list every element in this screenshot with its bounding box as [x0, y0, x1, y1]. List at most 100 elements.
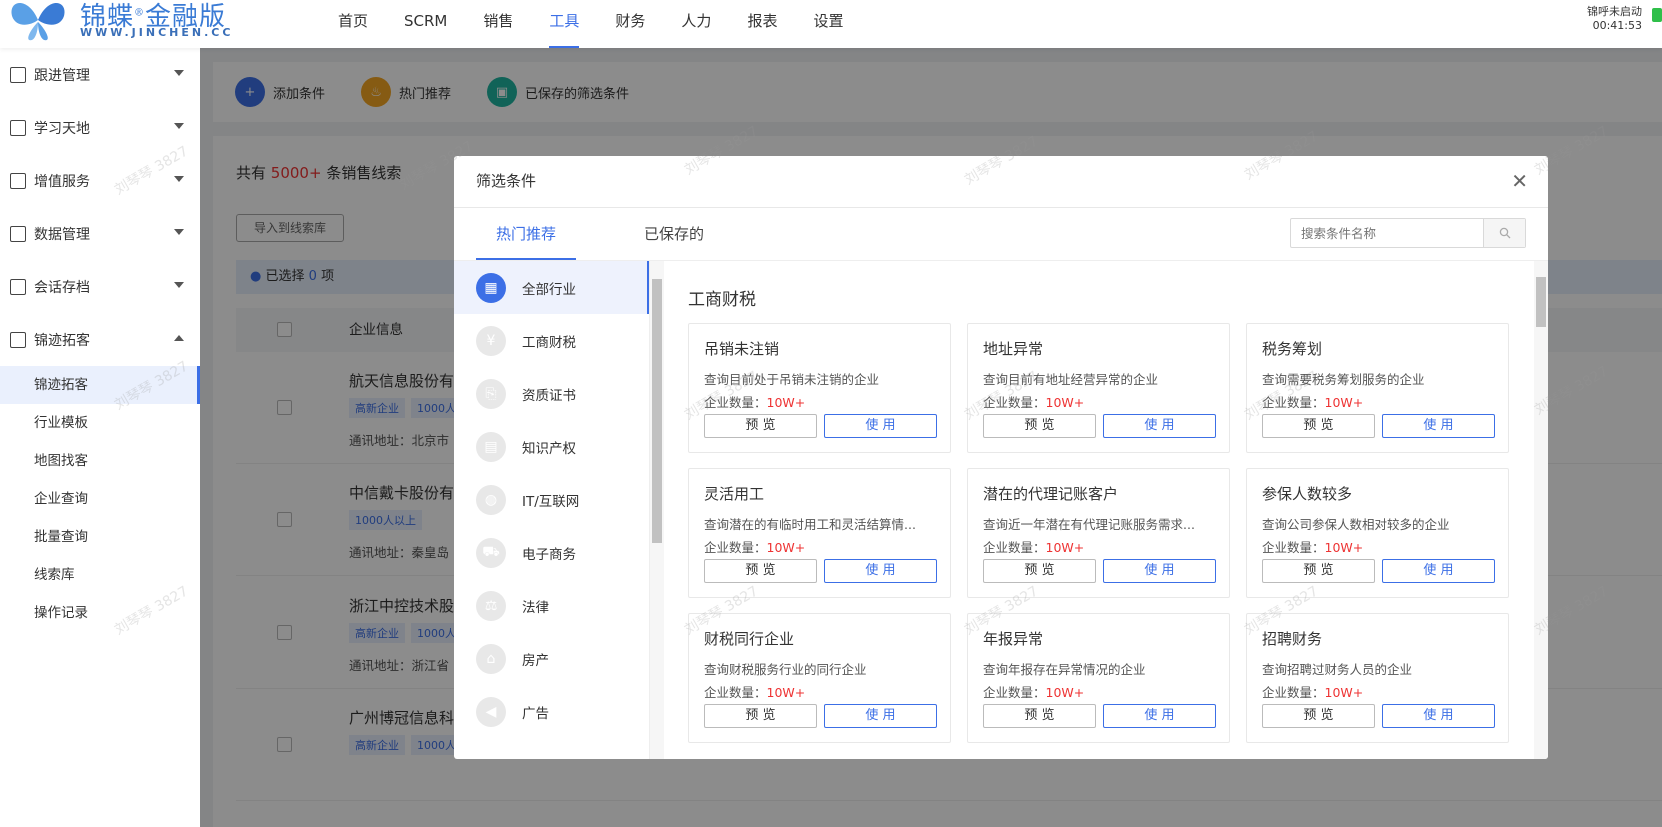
preview-button[interactable]: 预 览	[704, 414, 817, 438]
preview-button[interactable]: 预 览	[1262, 559, 1375, 583]
category-label: 广告	[522, 705, 549, 722]
sidebar-item-4[interactable]: 批量查询	[0, 518, 200, 556]
tab-saved[interactable]: 已保存的	[624, 208, 724, 260]
globe-icon: ◍	[476, 484, 506, 515]
tab-hot-recommend[interactable]: 热门推荐	[476, 208, 576, 260]
sidebar-item-5[interactable]: 线索库	[0, 556, 200, 594]
call-timer: 00:41:53	[1592, 19, 1642, 32]
house-icon: ⌂	[476, 643, 506, 674]
use-button[interactable]: 使 用	[824, 704, 937, 728]
sidebar-group-3[interactable]: 数据管理	[0, 207, 200, 260]
use-button[interactable]: 使 用	[1382, 704, 1495, 728]
category-item-0[interactable]: ▦ 全部行业	[454, 261, 649, 314]
preview-button[interactable]: 预 览	[704, 704, 817, 728]
condition-card: 财税同行企业 查询财税服务行业的同行企业 企业数量：10W+ 预 览使 用	[688, 613, 951, 743]
sidebar-group-4[interactable]: 会话存档	[0, 260, 200, 313]
condition-card: 参保人数较多 查询公司参保人数相对较多的企业 企业数量：10W+ 预 览使 用	[1246, 468, 1509, 598]
card-title: 财税同行企业	[704, 630, 795, 648]
condition-card: 潜在的代理记账客户 查询近一年潜在有代理记账服务需求... 企业数量：10W+ 预 览…	[967, 468, 1230, 598]
nav-item-1[interactable]: SCRM	[386, 0, 465, 48]
section-title: 工商财税	[688, 290, 756, 310]
card-description: 查询潜在的有临时用工和灵活结算情...	[704, 517, 916, 532]
nav-item-6[interactable]: 报表	[729, 0, 795, 48]
preview-button[interactable]: 预 览	[1262, 704, 1375, 728]
category-list: ▦ 全部行业 ¥ 工商财税 ⎘ 资质证书 ▤ 知识产权 ◍ IT/互联网 ⛟ 电子商务 ⚖ 法律 ⌂ 房产 ◀ 广…	[454, 261, 650, 759]
card-quantity: 企业数量：10W+	[983, 395, 1085, 410]
preview-button[interactable]: 预 览	[1262, 414, 1375, 438]
call-status-text: 锦呼未启动	[1587, 5, 1642, 18]
sidebar-group-label: 增值服务	[34, 173, 90, 190]
sidebar-group-label: 锦迹拓客	[34, 332, 90, 349]
nav-item-4[interactable]: 财务	[597, 0, 663, 48]
book-icon	[10, 119, 26, 136]
sidebar-item-2[interactable]: 地图找客	[0, 442, 200, 480]
chevron-down-icon	[174, 229, 184, 235]
butterfly-logo-icon	[11, 3, 65, 41]
use-button[interactable]: 使 用	[824, 559, 937, 583]
category-item-4[interactable]: ◍ IT/互联网	[454, 473, 649, 526]
law-icon: ⚖	[476, 590, 506, 621]
category-label: 房产	[522, 652, 549, 669]
card-description: 查询近一年潜在有代理记账服务需求...	[983, 517, 1195, 532]
category-item-7[interactable]: ⌂ 房产	[454, 632, 649, 685]
nav-item-0[interactable]: 首页	[320, 0, 386, 48]
search-input[interactable]	[1291, 219, 1483, 247]
sidebar-group-label: 数据管理	[34, 226, 90, 243]
condition-card: 招聘财务 查询招聘过财务人员的企业 企业数量：10W+ 预 览使 用	[1246, 613, 1509, 743]
preview-button[interactable]: 预 览	[704, 559, 817, 583]
category-item-8[interactable]: ◀ 广告	[454, 685, 649, 738]
preview-button[interactable]: 预 览	[983, 559, 1096, 583]
service-icon	[10, 172, 26, 189]
sidebar-item-6[interactable]: 操作记录	[0, 594, 200, 632]
use-button[interactable]: 使 用	[1103, 414, 1216, 438]
category-item-3[interactable]: ▤ 知识产权	[454, 420, 649, 473]
sidebar-item-1[interactable]: 行业模板	[0, 404, 200, 442]
card-quantity: 企业数量：10W+	[1262, 540, 1364, 555]
category-scrollbar[interactable]	[650, 261, 664, 759]
certificate-icon: ⎘	[476, 378, 506, 409]
category-item-1[interactable]: ¥ 工商财税	[454, 314, 649, 367]
top-bar: 锦蝶®金融版 WWW.JINCHEN.CC 首页 SCRM 销售 工具 财务 人力 报表 设置…	[0, 0, 1662, 48]
sidebar-item-3[interactable]: 企业查询	[0, 480, 200, 518]
nav-item-2[interactable]: 销售	[465, 0, 531, 48]
category-item-6[interactable]: ⚖ 法律	[454, 579, 649, 632]
call-status-indicator-icon[interactable]	[1652, 8, 1662, 22]
category-label: 电子商务	[522, 546, 576, 563]
category-item-5[interactable]: ⛟ 电子商务	[454, 526, 649, 579]
use-button[interactable]: 使 用	[1103, 559, 1216, 583]
sidebar-group-label: 跟进管理	[34, 67, 90, 84]
use-button[interactable]: 使 用	[1382, 559, 1495, 583]
cart-icon: ⛟	[476, 537, 506, 568]
call-status: 锦呼未启动 00:41:53	[1587, 5, 1642, 33]
condition-card: 灵活用工 查询潜在的有临时用工和灵活结算情... 企业数量：10W+ 预 览使 用	[688, 468, 951, 598]
yen-icon: ¥	[476, 325, 506, 356]
use-button[interactable]: 使 用	[1382, 414, 1495, 438]
preview-button[interactable]: 预 览	[983, 704, 1096, 728]
grid-icon: ▦	[476, 272, 506, 303]
use-button[interactable]: 使 用	[1103, 704, 1216, 728]
card-title: 年报异常	[983, 630, 1044, 648]
chat-archive-icon	[10, 278, 26, 295]
sidebar-group-1[interactable]: 学习天地	[0, 101, 200, 154]
condition-card: 地址异常 查询目前有地址经营异常的企业 企业数量：10W+ 预 览使 用	[967, 323, 1230, 453]
megaphone-icon: ◀	[476, 696, 506, 727]
logo[interactable]: 锦蝶®金融版 WWW.JINCHEN.CC	[8, 0, 248, 48]
sidebar-item-0[interactable]: 锦迹拓客	[0, 366, 200, 404]
card-title: 税务筹划	[1262, 340, 1323, 358]
category-item-2[interactable]: ⎘ 资质证书	[454, 367, 649, 420]
sidebar-group-5[interactable]: 锦迹拓客	[0, 313, 200, 366]
modal-title: 筛选条件	[476, 172, 537, 190]
nav-item-3[interactable]: 工具	[531, 0, 597, 48]
close-icon[interactable]: ✕	[1511, 156, 1528, 206]
sidebar-group-2[interactable]: 增值服务	[0, 154, 200, 207]
sidebar-group-0[interactable]: 跟进管理	[0, 48, 200, 101]
modal-header: 筛选条件 ✕	[454, 156, 1548, 208]
sidebar-group-label: 会话存档	[34, 279, 90, 296]
cards-scrollbar[interactable]	[1534, 261, 1548, 759]
card-quantity: 企业数量：10W+	[1262, 395, 1364, 410]
use-button[interactable]: 使 用	[824, 414, 937, 438]
nav-item-7[interactable]: 设置	[795, 0, 861, 48]
nav-item-5[interactable]: 人力	[663, 0, 729, 48]
preview-button[interactable]: 预 览	[983, 414, 1096, 438]
search-icon[interactable]	[1483, 219, 1525, 247]
